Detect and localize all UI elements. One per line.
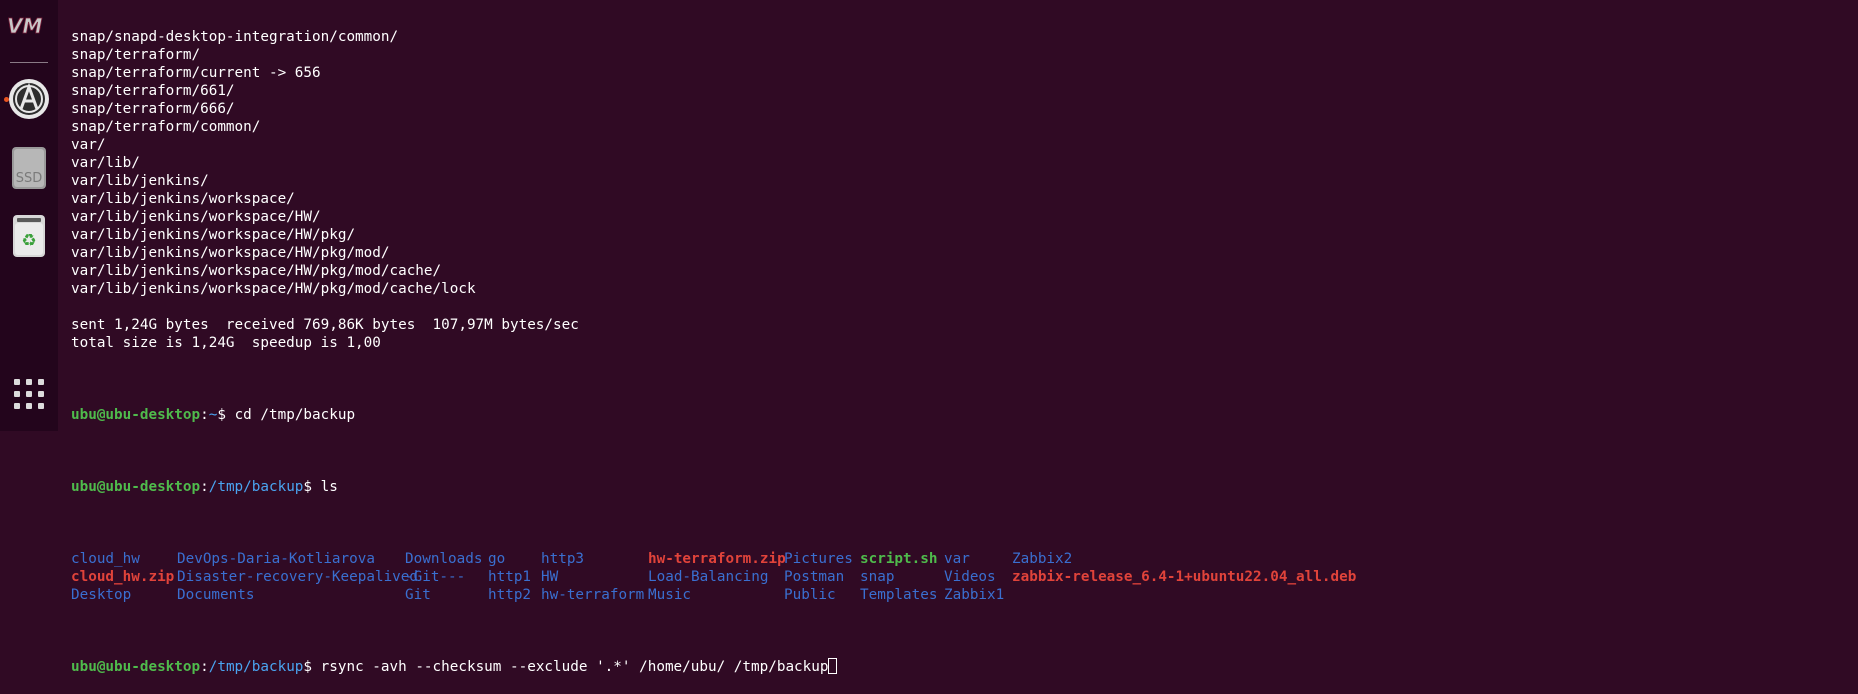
ls-column: Pictures Postman Public [784,550,853,604]
ls-listing: cloud_hw cloud_hw.zip Desktop DevOps-Daria-… [71,550,1858,604]
prompt-path: /tmp/backup [208,659,304,675]
virt-manager-icon: VM [7,15,43,37]
prompt-user: ubu@ubu-desktop [71,407,201,423]
prompt-separator: : [200,407,209,423]
output-line: snap/terraform/ [71,47,201,63]
ls-entry-directory: Load-Balancing [648,569,769,585]
ls-entry-directory: http3 [541,551,585,567]
ls-entry-directory: Templates [860,587,938,603]
ls-entry-directory: Videos [944,569,996,585]
text-cursor [828,658,838,674]
prompt-symbol: $ [217,407,235,423]
prompt-command: ls [320,479,338,495]
apt-package-launcher[interactable] [0,76,58,122]
ls-column: hw-terraform.zip Load-Balancing Music [648,550,786,604]
output-line: total size is 1,24G speedup is 1,00 [71,335,381,351]
trash-launcher[interactable]: ♻ [0,212,58,260]
ls-entry-directory: hw-terraform [541,587,645,603]
show-apps-button[interactable] [0,374,58,414]
command-input[interactable]: rsync -avh --checksum --exclude '.*' /ho… [321,659,829,675]
output-line: var/lib/jenkins/workspace/HW/pkg/ [71,227,356,243]
rsync-output: snap/snapd-desktop-integration/common/sn… [71,28,1858,352]
virt-manager-launcher[interactable]: VM [0,8,58,44]
ls-entry-directory: cloud_hw [71,551,140,567]
terminal-output[interactable]: snap/snapd-desktop-integration/common/sn… [71,0,1858,675]
ssd-drive-icon: SSD [12,147,46,189]
output-line: snap/terraform/current -> 656 [71,65,321,81]
prompt-symbol: $ [303,659,321,675]
ls-entry-directory [1012,586,1356,604]
ls-entry-directory: Disaster-recovery-Keepalived [177,569,419,585]
ls-column: script.sh snap Templates [860,550,937,604]
ls-column: DevOps-Daria-Kotliarova Disaster-recovery… [177,550,418,604]
ls-entry-archive: cloud_hw.zip [71,569,175,585]
output-line: var/lib/jenkins/workspace/ [71,191,295,207]
prompt-separator: : [200,479,209,495]
ls-entry-directory: Downloads [405,551,483,567]
ls-column: cloud_hw cloud_hw.zip Desktop [71,550,174,604]
active-prompt-line[interactable]: ubu@ubu-desktop:/tmp/backup$ rsync -avh … [71,658,1858,676]
ls-entry-directory: Zabbix2 [1012,551,1073,567]
ls-entry-directory: http2 [488,587,532,603]
ls-entry-directory: Postman [784,569,845,585]
trash-icon: ♻ [13,215,45,257]
ls-entry-directory: -Git--- [405,569,466,585]
prompt-user: ubu@ubu-desktop [71,659,201,675]
ubuntu-dock: VM SSD ♻ [0,0,58,431]
prompt-separator: : [200,659,209,675]
ls-entry-directory: Git [405,587,431,603]
ls-entry-executable: script.sh [860,551,938,567]
ls-entry-archive: hw-terraform.zip [648,551,786,567]
ls-entry-directory: Desktop [71,587,132,603]
ls-entry-directory: snap [860,569,895,585]
output-line: var/lib/ [71,155,140,171]
ls-entry-directory: http1 [488,569,532,585]
ls-column: go http1 http2 [488,550,531,604]
ls-entry-directory: Zabbix1 [944,587,1005,603]
show-apps-grid-icon [14,379,44,409]
ls-entry-directory: Documents [177,587,255,603]
prompt-path: /tmp/backup [208,479,304,495]
svg-text:♻: ♻ [21,231,36,251]
ls-column: Zabbix2 zabbix-release_6.4-1+ubuntu22.04_… [1012,550,1356,604]
prompt-line: ubu@ubu-desktop:~$ cd /tmp/backup [71,406,1858,424]
output-line: sent 1,24G bytes received 769,86K bytes … [71,317,579,333]
output-line: var/lib/jenkins/workspace/HW/ [71,209,321,225]
svg-text:VM: VM [7,15,42,37]
ls-entry-directory: Pictures [784,551,853,567]
output-line: var/ [71,137,106,153]
ls-entry-directory: go [488,551,506,567]
output-line: var/lib/jenkins/workspace/HW/pkg/mod/cac… [71,263,442,279]
prompt-symbol: $ [303,479,321,495]
ls-column: Downloads -Git--- Git [405,550,482,604]
output-line: snap/snapd-desktop-integration/common/ [71,29,399,45]
output-line: var/lib/jenkins/workspace/HW/pkg/mod/cac… [71,281,476,297]
svg-text:SSD: SSD [16,171,43,186]
output-line: snap/terraform/666/ [71,101,235,117]
ls-entry-directory: Music [648,587,692,603]
ls-entry-directory: Public [784,587,836,603]
ls-entry-archive: zabbix-release_6.4-1+ubuntu22.04_all.deb [1012,569,1357,585]
output-line: snap/terraform/common/ [71,119,261,135]
output-line: var/lib/jenkins/ [71,173,209,189]
prompt-command: cd /tmp/backup [234,407,356,423]
dock-separator [10,62,48,63]
prompt-line: ubu@ubu-desktop:/tmp/backup$ ls [71,478,1858,496]
ssd-drive-launcher[interactable]: SSD [0,144,58,192]
apt-package-icon [9,79,49,119]
ls-entry-directory: DevOps-Daria-Kotliarova [177,551,375,567]
output-line: var/lib/jenkins/workspace/HW/pkg/mod/ [71,245,390,261]
ls-entry-directory: var [944,551,970,567]
output-line: snap/terraform/661/ [71,83,235,99]
ls-column: var Videos Zabbix1 [944,550,1004,604]
ls-column: http3 HW hw-terraform [541,550,644,604]
prompt-user: ubu@ubu-desktop [71,479,201,495]
ls-entry-directory: HW [541,569,559,585]
